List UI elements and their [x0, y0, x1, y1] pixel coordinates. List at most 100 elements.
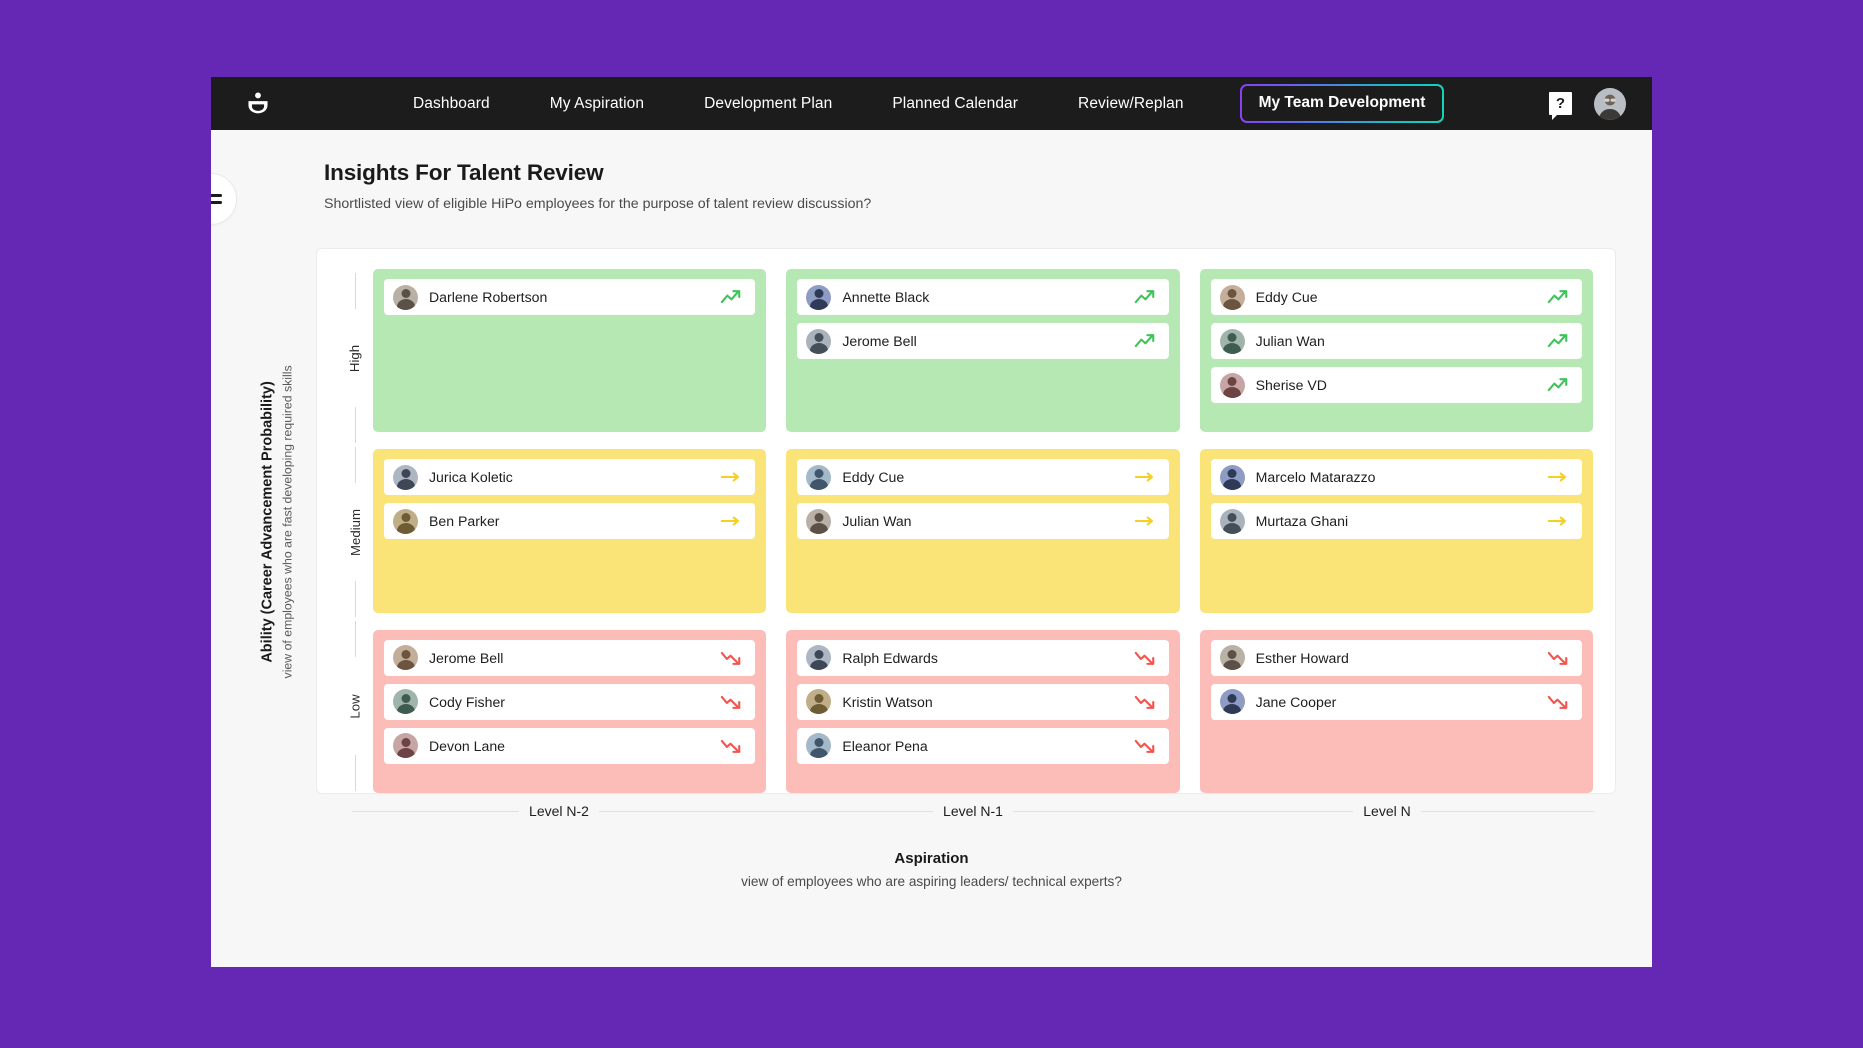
person-card[interactable]: Julian Wan: [1211, 323, 1582, 359]
person-card[interactable]: Esther Howard: [1211, 640, 1582, 676]
x-axis-line: [1421, 811, 1594, 812]
person-name: Murtaza Ghani: [1256, 513, 1536, 529]
top-navigation-bar: Dashboard My Aspiration Development Plan…: [211, 77, 1652, 130]
person-avatar-icon: [806, 689, 831, 714]
x-axis-tick-level-n: Level N: [1180, 803, 1594, 819]
page-title: Insights For Talent Review: [324, 160, 1652, 186]
person-name: Sherise VD: [1256, 377, 1536, 393]
hamburger-bar: [211, 201, 222, 204]
person-card[interactable]: Devon Lane: [384, 728, 755, 764]
person-name: Julian Wan: [1256, 333, 1536, 349]
person-name: Cody Fisher: [429, 694, 709, 710]
person-card[interactable]: Kristin Watson: [797, 684, 1168, 720]
person-avatar-icon: [1220, 509, 1245, 534]
matrix-row-medium: Jurica Koletic Ben Parker Eddy Cue Julian W…: [373, 449, 1593, 612]
person-card[interactable]: Darlene Robertson: [384, 279, 755, 315]
person-card[interactable]: Eleanor Pena: [797, 728, 1168, 764]
y-axis-tick-label: High: [348, 344, 363, 371]
person-card[interactable]: Ralph Edwards: [797, 640, 1168, 676]
nav-item-planned-calendar[interactable]: Planned Calendar: [862, 95, 1048, 113]
x-axis-tick-level-n-1: Level N-1: [766, 803, 1180, 819]
page-subtitle: Shortlisted view of eligible HiPo employ…: [324, 196, 1652, 212]
trend-down-icon: [1134, 693, 1156, 711]
person-card[interactable]: Julian Wan: [797, 503, 1168, 539]
nav-item-review-replan[interactable]: Review/Replan: [1048, 95, 1214, 113]
matrix-grid: Darlene Robertson Annette Black Jerome Bel…: [373, 269, 1593, 793]
person-name: Ralph Edwards: [842, 650, 1122, 666]
y-axis-tick-rail: High Medium Low: [337, 269, 373, 793]
x-axis-title: Aspiration: [211, 850, 1652, 867]
x-axis: Level N-2 Level N-1 Level N: [316, 794, 1616, 828]
person-avatar-icon: [393, 689, 418, 714]
person-name: Jane Cooper: [1256, 694, 1536, 710]
y-axis-tick-high: High: [337, 271, 373, 445]
person-name: Jerome Bell: [842, 333, 1122, 349]
x-axis-label-group: Aspiration view of employees who are asp…: [211, 850, 1652, 889]
matrix-cell-medium-level-n-1: Eddy Cue Julian Wan: [786, 449, 1179, 612]
matrix-cell-low-level-n-1: Ralph Edwards Kristin Watson Eleanor Pena: [786, 630, 1179, 793]
matrix-cell-high-level-n-2: Darlene Robertson: [373, 269, 766, 432]
person-avatar-icon: [1220, 465, 1245, 490]
trend-down-icon: [1547, 649, 1569, 667]
person-avatar-icon: [1220, 373, 1245, 398]
person-name: Eleanor Pena: [842, 738, 1122, 754]
person-card[interactable]: Eddy Cue: [1211, 279, 1582, 315]
matrix-cell-medium-level-n-2: Jurica Koletic Ben Parker: [373, 449, 766, 612]
matrix-cell-high-level-n: Eddy Cue Julian Wan Sherise VD: [1200, 269, 1593, 432]
person-name: Julian Wan: [842, 513, 1122, 529]
person-avatar-icon: [393, 465, 418, 490]
person-card[interactable]: Jane Cooper: [1211, 684, 1582, 720]
trend-down-icon: [1134, 649, 1156, 667]
person-card[interactable]: Jerome Bell: [797, 323, 1168, 359]
y-axis-tick-label: Medium: [348, 509, 363, 556]
trend-up-icon: [1547, 288, 1569, 306]
person-name: Eddy Cue: [842, 469, 1122, 485]
question-speech-bubble-icon[interactable]: ?: [1549, 92, 1572, 115]
person-avatar-icon: [806, 509, 831, 534]
nav-item-my-team-development[interactable]: My Team Development: [1240, 84, 1445, 123]
person-card[interactable]: Eddy Cue: [797, 459, 1168, 495]
trend-up-icon: [720, 288, 742, 306]
person-card[interactable]: Ben Parker: [384, 503, 755, 539]
hamburger-bar: [211, 194, 222, 197]
person-card[interactable]: Marcelo Matarazzo: [1211, 459, 1582, 495]
trend-flat-icon: [1547, 468, 1569, 486]
nav-right-actions: ?: [1549, 88, 1652, 120]
person-card[interactable]: Murtaza Ghani: [1211, 503, 1582, 539]
nav-item-my-team-development-label: My Team Development: [1242, 86, 1443, 121]
matrix-cell-medium-level-n: Marcelo Matarazzo Murtaza Ghani: [1200, 449, 1593, 612]
trend-flat-icon: [720, 512, 742, 530]
nav-item-dashboard[interactable]: Dashboard: [377, 95, 520, 113]
person-avatar-icon: [806, 465, 831, 490]
person-avatar-icon: [1220, 689, 1245, 714]
x-axis-line: [352, 811, 519, 812]
matrix-row-high: Darlene Robertson Annette Black Jerome Bel…: [373, 269, 1593, 432]
hamburger-menu-icon[interactable]: [211, 173, 237, 225]
trend-up-icon: [1134, 332, 1156, 350]
person-card[interactable]: Sherise VD: [1211, 367, 1582, 403]
trend-down-icon: [720, 649, 742, 667]
person-card[interactable]: Annette Black: [797, 279, 1168, 315]
x-axis-line: [1013, 811, 1180, 812]
trend-down-icon: [720, 693, 742, 711]
app-logo[interactable]: [211, 91, 305, 117]
person-card[interactable]: Jerome Bell: [384, 640, 755, 676]
person-avatar-icon: [393, 285, 418, 310]
trend-flat-icon: [1134, 512, 1156, 530]
page-header: Insights For Talent Review Shortlisted v…: [211, 130, 1652, 226]
matrix-cell-low-level-n: Esther Howard Jane Cooper: [1200, 630, 1593, 793]
x-axis-tick-label: Level N-2: [529, 803, 589, 819]
x-axis-tick-label: Level N-1: [943, 803, 1003, 819]
person-card[interactable]: Cody Fisher: [384, 684, 755, 720]
person-card[interactable]: Jurica Koletic: [384, 459, 755, 495]
person-name: Marcelo Matarazzo: [1256, 469, 1536, 485]
nav-item-my-aspiration[interactable]: My Aspiration: [520, 95, 674, 113]
avatar[interactable]: [1594, 88, 1626, 120]
person-avatar-icon: [1220, 645, 1245, 670]
y-axis-tick-medium: Medium: [337, 445, 373, 619]
x-axis-line: [599, 811, 766, 812]
trend-down-icon: [1134, 737, 1156, 755]
talent-matrix-panel: Ability (Career Advancement Probability)…: [316, 248, 1616, 794]
nav-item-development-plan[interactable]: Development Plan: [674, 95, 862, 113]
person-avatar-icon: [806, 645, 831, 670]
